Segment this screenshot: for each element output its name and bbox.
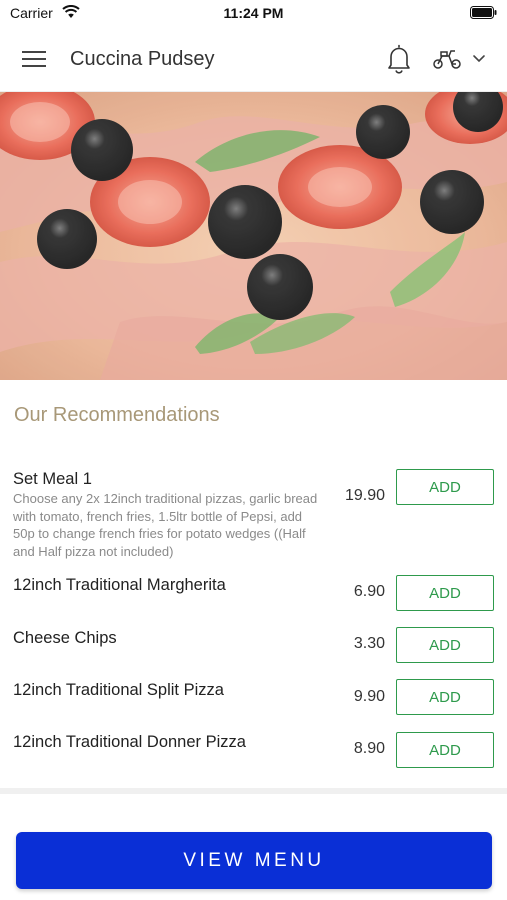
item-price: 9.90	[353, 688, 385, 705]
add-button[interactable]: ADD	[396, 575, 494, 611]
status-bar: Carrier 11:24 PM	[0, 0, 507, 26]
chevron-down-icon[interactable]	[472, 54, 486, 64]
menu-icon[interactable]	[22, 49, 48, 69]
item-description: Choose any 2x 12inch traditional pizzas,…	[13, 491, 318, 559]
scooter-icon[interactable]	[432, 48, 462, 70]
item-price: 3.30	[353, 635, 385, 652]
battery-icon	[470, 6, 497, 19]
item-price: 6.90	[353, 583, 385, 600]
app-header: Cuccina Pudsey	[0, 26, 507, 92]
add-button[interactable]: ADD	[396, 469, 494, 505]
bell-icon[interactable]	[386, 44, 412, 74]
item-name: Set Meal 1	[13, 470, 92, 488]
item-name: Cheese Chips	[13, 629, 117, 647]
view-menu-button[interactable]: VIEW MENU	[16, 832, 492, 889]
section-divider	[0, 788, 507, 794]
add-button[interactable]: ADD	[396, 679, 494, 715]
section-title: Our Recommendations	[14, 404, 220, 426]
item-name: 12inch Traditional Donner Pizza	[13, 733, 246, 751]
item-price: 19.90	[344, 487, 385, 504]
add-button[interactable]: ADD	[396, 732, 494, 768]
hero-pizza-image	[0, 92, 507, 380]
add-button[interactable]: ADD	[396, 627, 494, 663]
item-price: 8.90	[353, 740, 385, 757]
item-name: 12inch Traditional Split Pizza	[13, 681, 224, 699]
page-title: Cuccina Pudsey	[70, 48, 215, 70]
status-time: 11:24 PM	[223, 5, 284, 21]
item-name: 12inch Traditional Margherita	[13, 576, 226, 594]
